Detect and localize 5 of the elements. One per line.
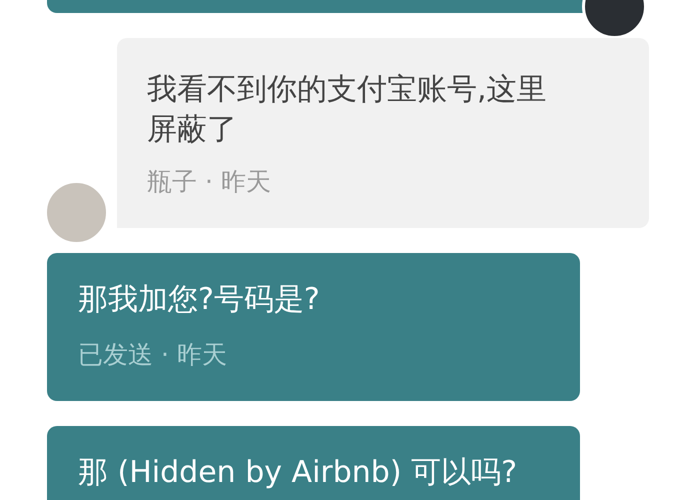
message-text: 我看不到你的支付宝账号,这里屏蔽了 [147,71,548,149]
message-text: 那 (Hidden by Airbnb) 可以吗? [78,454,518,492]
message-text: 那我加您?号码是? [78,281,321,319]
message-meta: 瓶子 · 昨天 [147,167,272,197]
message-meta: 已发送 · 昨天 [78,340,228,370]
